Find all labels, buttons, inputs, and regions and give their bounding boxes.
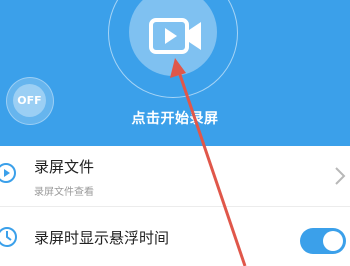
floating-time-row: 录屏时显示悬浮时间 — [0, 206, 350, 266]
recordings-title: 录屏文件 — [34, 158, 95, 176]
record-action-label[interactable]: 点击开始录屏 — [0, 108, 350, 128]
switch-knob[interactable] — [323, 231, 343, 251]
clock-icon — [0, 227, 17, 247]
video-camera-icon[interactable] — [149, 16, 203, 56]
floating-time-title: 录屏时显示悬浮时间 — [34, 229, 170, 247]
header-panel: 点击开始录屏 OFF — [0, 0, 350, 146]
off-toggle-label: OFF — [13, 84, 46, 117]
floating-off-toggle[interactable]: OFF — [6, 77, 54, 125]
recordings-subtitle: 录屏文件查看 — [34, 187, 94, 198]
recordings-row[interactable]: 录屏文件 录屏文件查看 — [0, 146, 350, 206]
chevron-right-icon[interactable] — [334, 166, 346, 186]
floating-time-switch[interactable] — [300, 228, 346, 254]
play-circle-icon — [0, 163, 16, 183]
